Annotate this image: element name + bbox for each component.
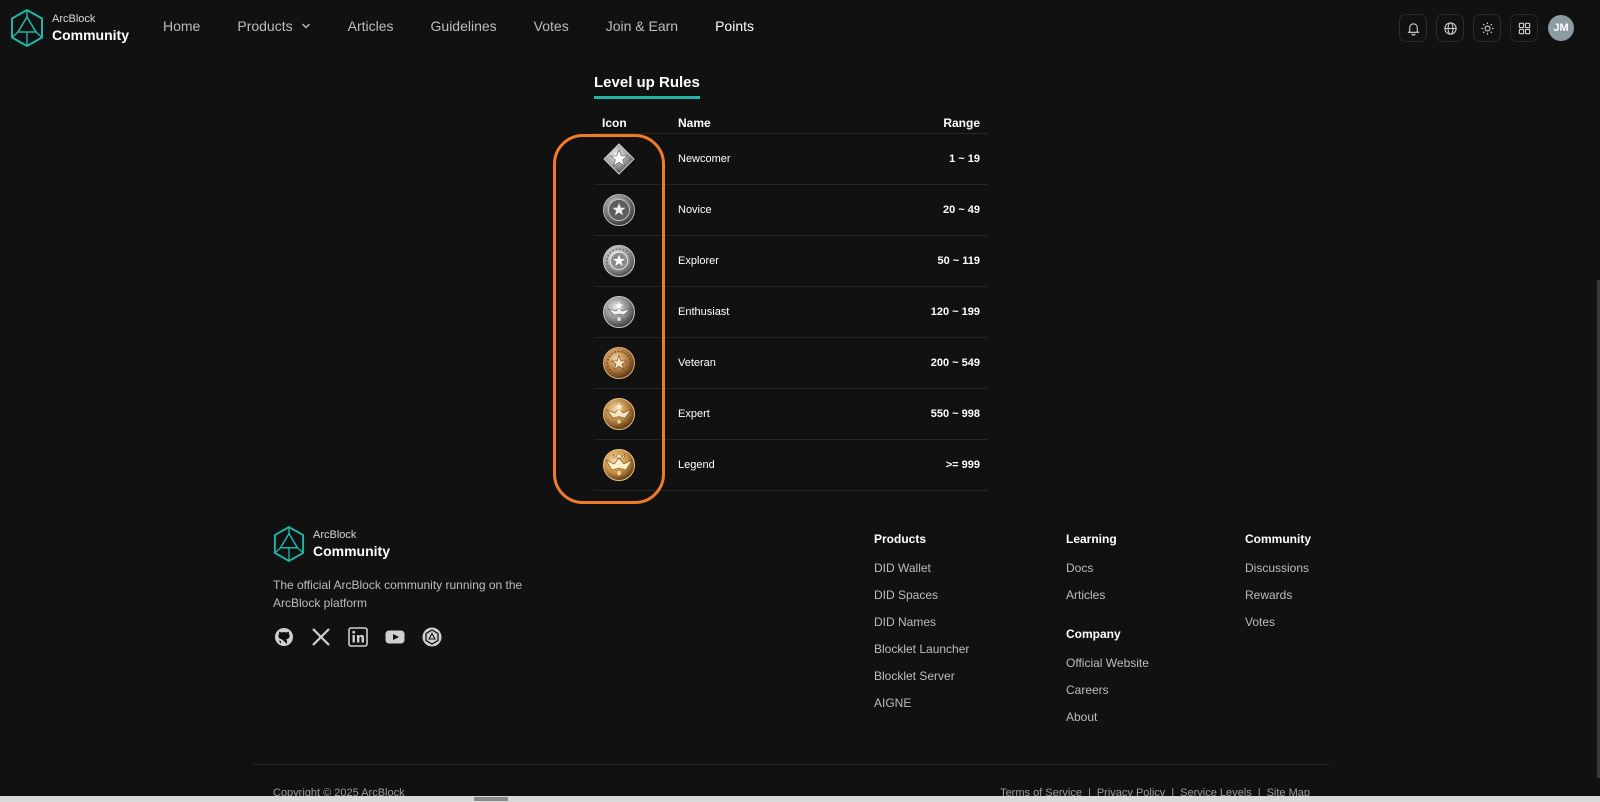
site-logo[interactable]: ArcBlock Community [10, 9, 129, 47]
footer-link-careers[interactable]: Careers [1066, 683, 1149, 697]
footer-brand: ArcBlock Community The official ArcBlock… [273, 526, 563, 648]
footer-column-products: Products DID Wallet DID Spaces DID Names… [874, 532, 969, 723]
footer-link-discussions[interactable]: Discussions [1245, 561, 1311, 575]
arcblock-icon[interactable] [421, 626, 443, 648]
apps-button[interactable] [1510, 14, 1538, 42]
table-row: Expert 550 ~ 998 [594, 389, 988, 440]
footer-link-did-spaces[interactable]: DID Spaces [874, 588, 969, 602]
user-avatar[interactable]: JM [1548, 15, 1574, 41]
footer-column-title: Community [1245, 532, 1311, 546]
nav-products[interactable]: Products [237, 18, 310, 34]
footer-link-blocklet-launcher[interactable]: Blocklet Launcher [874, 642, 969, 656]
logo-name: Community [52, 27, 129, 43]
silver-star-round-badge-icon [603, 194, 635, 226]
table-row: Legend >= 999 [594, 440, 988, 491]
table-row: Explorer 50 ~ 119 [594, 236, 988, 287]
footer-column-learning: Learning Docs Articles [1066, 532, 1117, 615]
column-header-range: Range [943, 115, 980, 130]
footer-link-did-wallet[interactable]: DID Wallet [874, 561, 969, 575]
linkedin-icon[interactable] [347, 626, 369, 648]
footer-link-blocklet-server[interactable]: Blocklet Server [874, 669, 969, 683]
chevron-down-icon [301, 23, 310, 29]
social-links [273, 626, 563, 648]
horizontal-scrollbar[interactable] [0, 796, 1600, 802]
level-name: Explorer [678, 255, 719, 267]
table-row: Veteran 200 ~ 549 [594, 338, 988, 389]
footer-description: The official ArcBlock community running … [273, 578, 523, 610]
footer-link-articles[interactable]: Articles [1066, 588, 1117, 602]
footer-column-community: Community Discussions Rewards Votes [1245, 532, 1311, 642]
footer-link-about[interactable]: About [1066, 710, 1149, 724]
footer-link-rewards[interactable]: Rewards [1245, 588, 1311, 602]
level-range: >= 999 [945, 459, 980, 471]
footer-link-aigne[interactable]: AIGNE [874, 696, 969, 710]
header-actions: JM [1390, 14, 1574, 42]
nav-guidelines[interactable]: Guidelines [431, 18, 497, 34]
level-name: Novice [678, 204, 712, 216]
footer-logo-brand: ArcBlock [313, 529, 357, 541]
nav-articles[interactable]: Articles [348, 18, 394, 34]
column-header-name: Name [678, 115, 711, 130]
bronze-star-badge-icon [603, 347, 635, 379]
silver-wreath-star-badge-icon [603, 245, 635, 277]
globe-icon [1443, 21, 1457, 35]
notifications-button[interactable] [1399, 14, 1427, 42]
footer-link-did-names[interactable]: DID Names [874, 615, 969, 629]
levels-table: Icon Name Range Newcomer 1 ~ 19 Novice 2… [594, 112, 988, 491]
silver-star-diamond-badge-icon [603, 143, 635, 175]
bell-icon [1406, 22, 1420, 36]
table-row: Novice 20 ~ 49 [594, 185, 988, 236]
level-range: 1 ~ 19 [949, 153, 980, 165]
footer-link-docs[interactable]: Docs [1066, 561, 1117, 575]
arcblock-logo-icon [273, 526, 305, 562]
footer-column-title: Products [874, 532, 927, 546]
level-range: 200 ~ 549 [930, 357, 980, 369]
level-name: Newcomer [678, 153, 731, 165]
footer-column-title: Learning [1066, 532, 1117, 546]
page: ArcBlock Community Home Products Article… [0, 0, 1600, 802]
section-title: Level up Rules [594, 74, 700, 99]
sun-icon [1480, 21, 1494, 35]
footer-link-official-website[interactable]: Official Website [1066, 656, 1149, 670]
table-header: Icon Name Range [594, 112, 988, 134]
logo-brand: ArcBlock [52, 13, 96, 25]
nav-products-label: Products [237, 18, 293, 34]
level-range: 550 ~ 998 [930, 408, 980, 420]
youtube-icon[interactable] [384, 626, 406, 648]
column-header-icon: Icon [602, 115, 627, 130]
language-button[interactable] [1436, 14, 1464, 42]
nav-home[interactable]: Home [163, 18, 200, 34]
nav-votes[interactable]: Votes [534, 18, 569, 34]
footer-logo[interactable]: ArcBlock Community [273, 526, 563, 562]
level-name: Enthusiast [678, 306, 730, 318]
level-range: 50 ~ 119 [937, 255, 980, 267]
level-range: 20 ~ 49 [942, 204, 980, 216]
level-up-rules: Level up Rules Icon Name Range Newcomer … [594, 74, 988, 491]
main-nav: Home Products Articles Guidelines Votes … [163, 18, 791, 34]
github-icon[interactable] [273, 626, 295, 648]
apps-grid-icon [1518, 22, 1530, 34]
footer-logo-name: Community [313, 543, 390, 559]
top-header: ArcBlock Community Home Products Article… [0, 0, 1600, 56]
level-name: Expert [678, 408, 710, 420]
nav-join-earn[interactable]: Join & Earn [606, 18, 678, 34]
level-name: Veteran [678, 357, 716, 369]
footer-column-title: Company [1066, 627, 1121, 641]
footer-link-votes[interactable]: Votes [1245, 615, 1311, 629]
table-row: Newcomer 1 ~ 19 [594, 134, 988, 185]
gold-winged-badge-icon [603, 449, 635, 481]
silver-winged-badge-icon [603, 296, 635, 328]
nav-points[interactable]: Points [715, 18, 754, 34]
arcblock-logo-icon [11, 9, 43, 47]
theme-toggle-button[interactable] [1473, 14, 1501, 42]
level-range: 120 ~ 199 [930, 306, 980, 318]
level-name: Legend [678, 459, 715, 471]
horizontal-scrollbar-thumb[interactable] [474, 797, 508, 801]
footer-divider [253, 764, 1329, 765]
table-row: Enthusiast 120 ~ 199 [594, 287, 988, 338]
footer-column-company: Company Official Website Careers About [1066, 627, 1149, 737]
bronze-winged-badge-icon [603, 398, 635, 430]
x-icon[interactable] [310, 626, 332, 648]
